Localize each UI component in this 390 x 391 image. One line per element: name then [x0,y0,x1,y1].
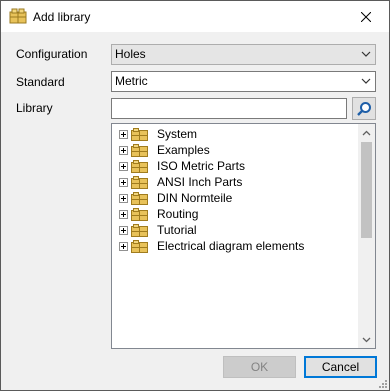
tree-item-label: DIN Normteile [157,191,233,205]
close-button[interactable] [343,1,389,32]
expand-icon[interactable] [119,177,128,187]
scroll-thumb[interactable] [361,142,372,238]
tree-item-label: System [157,127,198,141]
tree-item[interactable]: Routing [119,206,198,222]
vertical-scrollbar[interactable] [358,124,375,348]
configuration-select[interactable]: Holes [111,44,376,65]
scroll-down-button[interactable] [358,331,375,348]
folder-icon [131,239,148,253]
title-bar[interactable]: Add library [1,1,389,32]
expand-icon[interactable] [119,161,128,171]
ok-button[interactable]: OK [223,356,296,378]
expand-icon[interactable] [119,145,128,155]
chevron-down-icon [362,337,371,342]
folder-icon [131,143,148,157]
standard-select[interactable]: Metric [111,71,376,92]
folder-icon [131,223,148,237]
tree-item[interactable]: Tutorial [119,222,197,238]
tree-item-label: Tutorial [157,223,197,237]
close-icon [361,11,371,22]
folder-icon [131,207,148,221]
dialog-title: Add library [33,10,91,24]
folder-icon [131,175,148,189]
tree-item-label: Electrical diagram elements [157,239,305,253]
tree-item-label: Examples [157,143,210,157]
expand-icon[interactable] [119,129,128,139]
search-icon [357,101,371,116]
expand-icon[interactable] [119,225,128,235]
tree-item[interactable]: DIN Normteile [119,190,232,206]
tree-item[interactable]: Examples [119,142,210,158]
tree-item[interactable]: ANSI Inch Parts [119,174,242,190]
folder-icon [131,191,148,205]
chevron-up-icon [362,130,371,135]
configuration-value: Holes [115,47,146,61]
tree-item-label: Routing [157,207,199,221]
library-input[interactable] [111,98,347,119]
tree-item[interactable]: Electrical diagram elements [119,238,304,254]
tree-item-label: ISO Metric Parts [157,159,246,173]
scroll-up-button[interactable] [358,124,375,141]
library-tree[interactable]: System Examples ISO Metric Parts ANSI In… [111,123,376,349]
folder-icon [131,159,148,173]
library-books-icon [9,8,27,24]
expand-icon[interactable] [119,241,128,251]
standard-value: Metric [115,74,148,88]
chevron-down-icon [361,78,371,84]
cancel-button[interactable]: Cancel [304,356,377,378]
tree-item[interactable]: ISO Metric Parts [119,158,245,174]
expand-icon[interactable] [119,209,128,219]
expand-icon[interactable] [119,193,128,203]
tree-item[interactable]: System [119,126,197,142]
search-button[interactable] [352,97,376,120]
configuration-label: Configuration [16,47,88,61]
standard-label: Standard [16,75,65,89]
chevron-down-icon [361,51,371,57]
tree-item-label: ANSI Inch Parts [157,175,243,189]
add-library-dialog: Add library Configuration Holes Standard… [0,0,390,391]
library-label: Library [16,101,53,115]
resize-grip-icon[interactable] [377,378,387,388]
folder-icon [131,127,148,141]
